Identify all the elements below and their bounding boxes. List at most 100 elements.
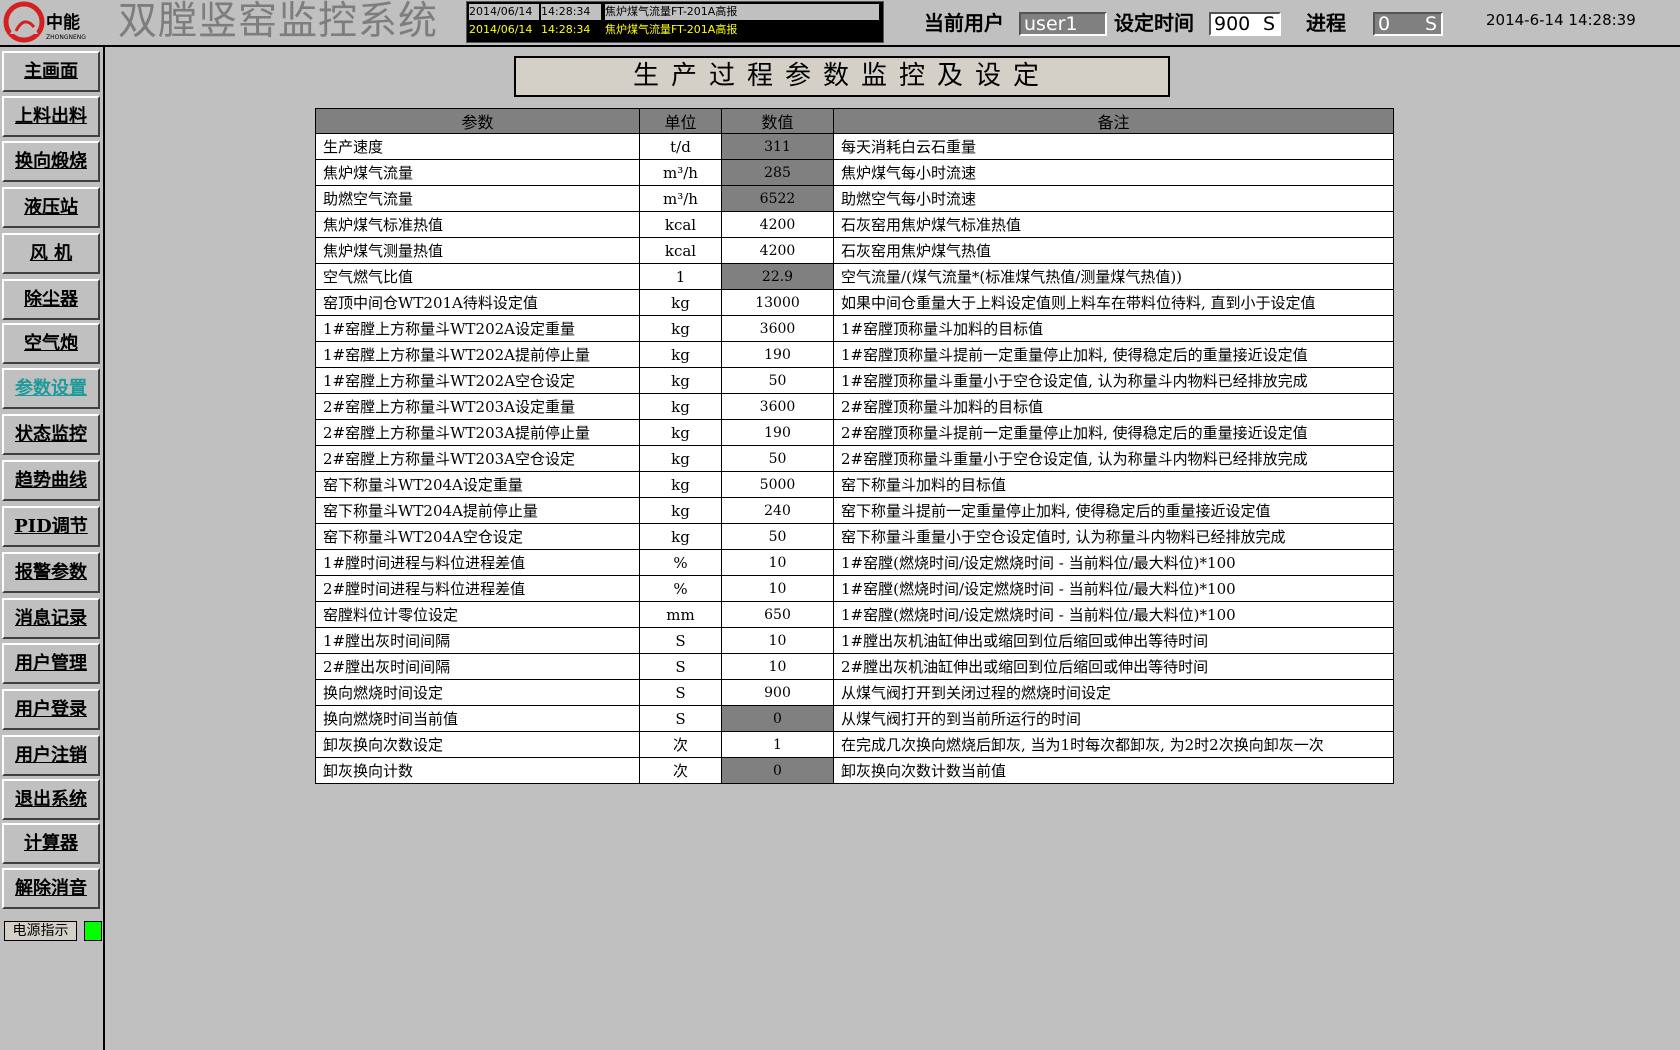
nav-silence-alarm[interactable]: 解除消音 [2, 868, 100, 909]
column-header-note: 备注 [833, 108, 1394, 134]
parameter-value-input[interactable]: 3600 [721, 393, 834, 420]
nav-dust-collector[interactable]: 除尘器 [2, 279, 100, 320]
parameter-value-input[interactable]: 190 [721, 341, 834, 368]
parameter-value-input[interactable]: 13000 [721, 289, 834, 316]
nav-user-logout[interactable]: 用户注销 [2, 735, 100, 776]
alarm-panel[interactable]: 2014/06/14 14:28:34 焦炉煤气流量FT-201A高报 2014… [466, 1, 884, 43]
parameter-value-input[interactable]: 4200 [721, 237, 834, 264]
parameter-note-cell: 石灰窑用焦炉煤气热值 [833, 237, 1394, 264]
parameter-note-cell: 1#膛出灰机油缸伸出或缩回到位后缩回或伸出等待时间 [833, 627, 1394, 654]
parameter-value-input[interactable]: 10 [721, 575, 834, 602]
nav-trend-curve[interactable]: 趋势曲线 [2, 460, 100, 501]
parameter-value-input[interactable]: 10 [721, 653, 834, 680]
parameter-value-input[interactable]: 4200 [721, 211, 834, 238]
parameter-name-cell: 窑下称量斗WT204A空仓设定 [315, 523, 640, 550]
parameter-value-input[interactable]: 240 [721, 497, 834, 524]
nav-main-screen[interactable]: 主画面 [2, 51, 100, 92]
nav-fan[interactable]: 风 机 [2, 233, 100, 274]
column-header-parameter: 参数 [315, 108, 640, 134]
parameter-name-cell: 1#膛出灰时间间隔 [315, 627, 640, 654]
nav-user-login[interactable]: 用户登录 [2, 689, 100, 730]
parameter-unit-cell: m³/h [639, 159, 722, 186]
parameter-unit-cell: kg [639, 341, 722, 368]
parameter-note-cell: 如果中间仓重量大于上料设定值则上料车在带料位待料, 直到小于设定值 [833, 289, 1394, 316]
current-user-label: 当前用户 [924, 11, 1004, 35]
parameter-name-cell: 窑顶中间仓WT201A待料设定值 [315, 289, 640, 316]
table-row: 窑下称量斗WT204A空仓设定 kg 50 窑下称量斗重量小于空仓设定值时, 认为称量… [315, 523, 1394, 550]
top-bar: 中能 ZHONGNENG 双膛竖窑监控系统 2014/06/14 14:28:3… [0, 0, 1680, 47]
nav-alarm-params[interactable]: 报警参数 [2, 552, 100, 593]
parameter-note-cell: 1#窑膛(燃烧时间/设定燃烧时间 - 当前料位/最大料位)*100 [833, 549, 1394, 576]
parameter-name-cell: 1#窑膛上方称量斗WT202A设定重量 [315, 315, 640, 342]
table-row: 1#窑膛上方称量斗WT202A设定重量 kg 3600 1#窑膛顶称量斗加料的目标值 [315, 315, 1394, 342]
parameter-value-input[interactable]: 900 [721, 679, 834, 706]
parameter-unit-cell: kg [639, 289, 722, 316]
table-row: 换向燃烧时间设定 S 900 从煤气阀打开到关闭过程的燃烧时间设定 [315, 679, 1394, 706]
alarm-row[interactable]: 2014/06/14 14:28:34 焦炉煤气流量FT-201A高报 [469, 4, 881, 20]
parameter-unit-cell: kcal [639, 211, 722, 238]
nav-pid-tuning[interactable]: PID调节 [2, 506, 100, 547]
company-logo: 中能 ZHONGNENG [3, 1, 86, 43]
table-row: 焦炉煤气测量热值 kcal 4200 石灰窑用焦炉煤气热值 [315, 237, 1394, 264]
parameter-value-display: 0 [721, 757, 834, 784]
parameter-unit-cell: S [639, 653, 722, 680]
parameter-value-input[interactable]: 50 [721, 445, 834, 472]
parameter-unit-cell: kg [639, 471, 722, 498]
alarm-message: 焦炉煤气流量FT-201A高报 [605, 22, 879, 38]
parameter-value-input[interactable]: 50 [721, 523, 834, 550]
alarm-row[interactable]: 2014/06/14 14:28:34 焦炉煤气流量FT-201A高报 [469, 22, 881, 38]
parameter-name-cell: 换向燃烧时间当前值 [315, 705, 640, 732]
alarm-message: 焦炉煤气流量FT-201A高报 [605, 4, 879, 20]
power-indicator-label: 电源指示 [4, 921, 77, 941]
parameter-note-cell: 2#窑膛顶称量斗提前一定重量停止加料, 使得稳定后的重量接近设定值 [833, 419, 1394, 446]
parameter-value-input[interactable]: 5000 [721, 471, 834, 498]
nav-calculator[interactable]: 计算器 [2, 823, 100, 864]
nav-user-management[interactable]: 用户管理 [2, 643, 100, 684]
parameter-unit-cell: S [639, 705, 722, 732]
parameter-table: 参数 单位 数值 备注 生产速度 t/d 311 每天消耗白云石重量 焦炉煤气流量 m³/… [315, 108, 1394, 784]
nav-hydraulic-station[interactable]: 液压站 [2, 187, 100, 228]
parameter-unit-cell: kcal [639, 237, 722, 264]
parameter-note-cell: 2#膛出灰机油缸伸出或缩回到位后缩回或伸出等待时间 [833, 653, 1394, 680]
parameter-value-input[interactable]: 1 [721, 731, 834, 758]
parameter-value-input[interactable]: 3600 [721, 315, 834, 342]
column-header-value: 数值 [721, 108, 834, 134]
parameter-name-cell: 2#窑膛上方称量斗WT203A空仓设定 [315, 445, 640, 472]
parameter-note-cell: 1#窑膛顶称量斗加料的目标值 [833, 315, 1394, 342]
table-row: 1#窑膛上方称量斗WT202A提前停止量 kg 190 1#窑膛顶称量斗提前一定重量停… [315, 341, 1394, 368]
parameter-value-input[interactable]: 10 [721, 549, 834, 576]
nav-reversal-calcine[interactable]: 换向煅烧 [2, 141, 100, 182]
parameter-value-input[interactable]: 650 [721, 601, 834, 628]
nav-status-monitor[interactable]: 状态监控 [2, 414, 100, 455]
parameter-name-cell: 1#窑膛上方称量斗WT202A提前停止量 [315, 341, 640, 368]
nav-feed-discharge[interactable]: 上料出料 [2, 96, 100, 137]
table-row: 1#膛时间进程与料位进程差值% 10 1#窑膛(燃烧时间/设定燃烧时间 - 当前料位… [315, 549, 1394, 576]
set-time-label: 设定时间 [1114, 11, 1194, 35]
parameter-name-cell: 窑下称量斗WT204A设定重量 [315, 471, 640, 498]
parameter-value-input[interactable]: 10 [721, 627, 834, 654]
table-row: 换向燃烧时间当前值 S 0 从煤气阀打开的到当前所运行的时间 [315, 705, 1394, 732]
table-row: 卸灰换向次数设定次 1 在完成几次换向燃烧后卸灰, 当为1时每次都卸灰, 为2时2次… [315, 731, 1394, 758]
set-time-field[interactable]: 900 S [1209, 12, 1281, 36]
parameter-note-cell: 空气流量/(煤气流量*(标准煤气热值/测量煤气热值)) [833, 263, 1394, 290]
nav-air-cannon[interactable]: 空气炮 [2, 323, 100, 364]
parameter-unit-cell: mm [639, 601, 722, 628]
nav-message-log[interactable]: 消息记录 [2, 598, 100, 639]
table-row: 窑下称量斗WT204A提前停止量 kg 240 窑下称量斗提前一定重量停止加料, 使得… [315, 497, 1394, 524]
nav-exit-system[interactable]: 退出系统 [2, 779, 100, 820]
parameter-value-input[interactable]: 190 [721, 419, 834, 446]
set-time-value: 900 [1214, 13, 1251, 35]
parameter-value-display: 311 [721, 133, 834, 160]
table-row: 2#膛时间进程与料位进程差值% 10 1#窑膛(燃烧时间/设定燃烧时间 - 当前料位… [315, 575, 1394, 602]
table-row: 2#窑膛上方称量斗WT203A空仓设定 kg 50 2#窑膛顶称量斗重量小于空仓设定值… [315, 445, 1394, 472]
parameter-unit-cell: kg [639, 393, 722, 420]
parameter-name-cell: 2#膛时间进程与料位进程差值 [315, 575, 640, 602]
progress-value: 0 [1378, 13, 1391, 35]
parameter-value-input[interactable]: 50 [721, 367, 834, 394]
nav-parameter-settings[interactable]: 参数设置 [2, 368, 100, 409]
parameter-note-cell: 窑下称量斗提前一定重量停止加料, 使得稳定后的重量接近设定值 [833, 497, 1394, 524]
parameter-note-cell: 石灰窑用焦炉煤气标准热值 [833, 211, 1394, 238]
alarm-date: 2014/06/14 [469, 22, 539, 38]
set-time-unit: S [1262, 13, 1275, 35]
parameter-note-cell: 焦炉煤气每小时流速 [833, 159, 1394, 186]
